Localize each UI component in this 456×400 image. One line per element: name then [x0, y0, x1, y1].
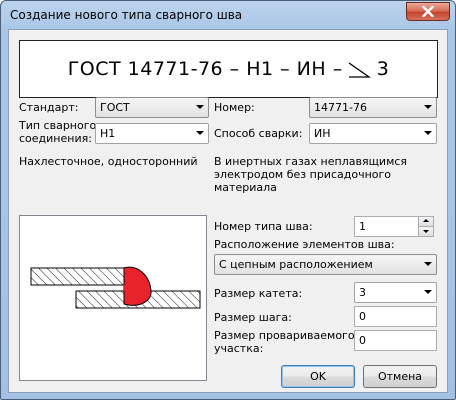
- joint-type-label: Тип сварного соединения:: [19, 119, 96, 145]
- chevron-down-icon: [424, 262, 432, 266]
- welding-method-description: В инертных газах неплавящимся электродом…: [214, 155, 447, 194]
- weld-symbol-preview: ГОСТ 14771-76 – Н1 – ИН – 3: [19, 40, 438, 98]
- welding-method-description-line1: В инертных газах неплавящимся: [214, 155, 408, 168]
- welded-section-label-line1: Размер провариваемого: [214, 329, 355, 342]
- joint-type-label-line1: Тип сварного: [19, 119, 97, 132]
- arrangement-label: Расположение элементов шва:: [214, 238, 395, 251]
- welded-section-label: Размер провариваемого участка:: [214, 329, 355, 355]
- dialog-client-area: ГОСТ 14771-76 – Н1 – ИН – 3 Стандарт: ГО…: [8, 29, 448, 393]
- chevron-down-icon: [424, 105, 432, 109]
- welding-method-description-line2: электродом без присадочного материала: [214, 168, 392, 194]
- joint-type-label-line2: соединения:: [19, 132, 92, 145]
- welded-section-label-line2: участка:: [214, 342, 264, 355]
- number-label: Номер:: [214, 101, 255, 114]
- cancel-button[interactable]: Отмена: [363, 365, 437, 388]
- pitch-label: Размер шага:: [214, 311, 292, 324]
- seam-type-number-label: Номер типа шва:: [214, 220, 313, 233]
- weld-joint-drawing: [19, 215, 207, 381]
- seam-type-number-spinner[interactable]: 1: [354, 216, 434, 237]
- pitch-input-value: 0: [359, 310, 366, 323]
- seam-type-number-value: 1: [359, 220, 366, 233]
- weld-root: [124, 285, 133, 291]
- welded-section-input-value: 0: [359, 334, 366, 347]
- chevron-down-icon: [424, 131, 432, 135]
- ok-button[interactable]: OK: [281, 365, 355, 388]
- leg-size-select-value: 3: [359, 286, 366, 299]
- leg-size-select[interactable]: 3: [354, 282, 437, 303]
- leg-size-label: Размер катета:: [214, 287, 303, 300]
- arrangement-select[interactable]: С цепным расположением: [214, 254, 437, 275]
- window-title: Создание нового типа сварного шва: [10, 8, 243, 22]
- welding-method-label: Способ сварки:: [214, 127, 303, 140]
- spin-up-icon[interactable]: [418, 217, 433, 226]
- welding-method-select[interactable]: ИН: [309, 123, 437, 144]
- number-select[interactable]: 14771-76: [309, 97, 437, 118]
- joint-type-description: Нахлесточное, односторонний: [19, 155, 198, 168]
- arrangement-select-value: С цепным расположением: [219, 258, 373, 271]
- dialog-window: Создание нового типа сварного шва ГОСТ 1…: [0, 0, 456, 400]
- chevron-down-icon: [196, 131, 204, 135]
- standard-select-value: ГОСТ: [100, 101, 130, 114]
- standard-select[interactable]: ГОСТ: [95, 97, 209, 118]
- chevron-down-icon: [196, 105, 204, 109]
- upper-plate: [30, 267, 134, 286]
- joint-type-select-value: Н1: [100, 127, 116, 140]
- welding-method-select-value: ИН: [314, 127, 331, 140]
- fillet-triangle-icon: [348, 62, 371, 78]
- pitch-input[interactable]: 0: [354, 306, 437, 327]
- weld-joint-svg: [30, 266, 201, 309]
- spin-down-icon[interactable]: [418, 226, 433, 236]
- number-select-value: 14771-76: [314, 101, 367, 114]
- weld-symbol-leg-size: 3: [376, 58, 390, 80]
- joint-type-select[interactable]: Н1: [95, 123, 209, 144]
- close-button[interactable]: [406, 2, 450, 21]
- chevron-down-icon: [424, 290, 432, 294]
- welded-section-input[interactable]: 0: [354, 330, 437, 351]
- spinner-buttons: [418, 217, 433, 236]
- weld-symbol-text: ГОСТ 14771-76 – Н1 – ИН –: [67, 58, 343, 80]
- standard-label: Стандарт:: [19, 101, 79, 114]
- close-icon: [422, 6, 434, 17]
